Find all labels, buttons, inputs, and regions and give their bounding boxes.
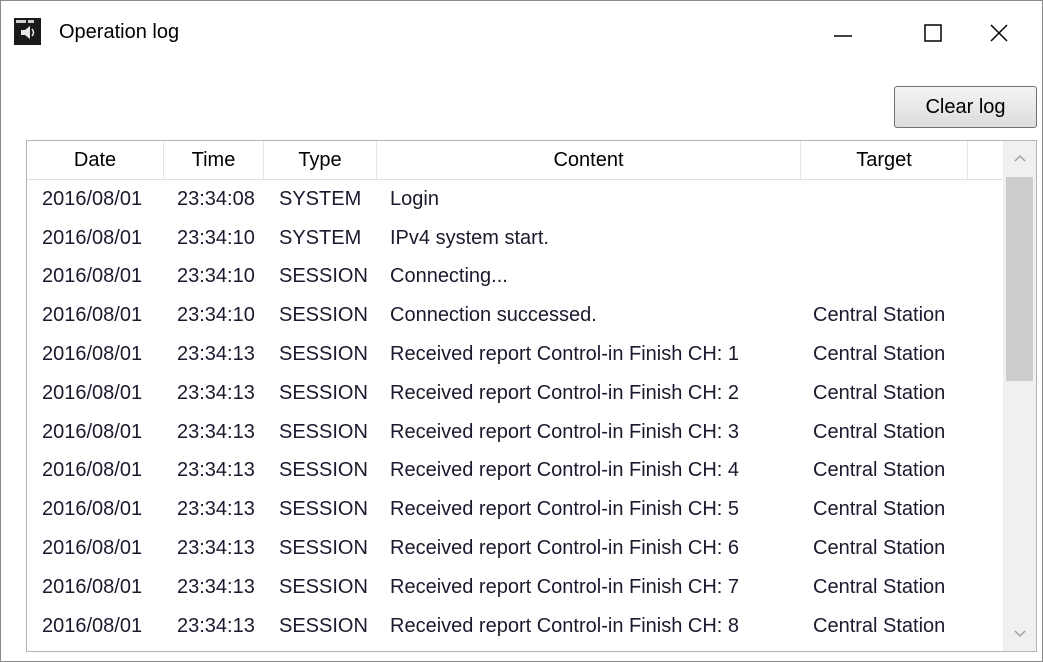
cell-date: 2016/08/01 — [42, 575, 143, 598]
window-title: Operation log — [59, 21, 180, 43]
table-row[interactable]: 2016/08/01 23:34:13 SESSION Received report… — [27, 335, 1005, 374]
column-header-filler — [968, 141, 1005, 179]
cell-time: 23:34:13 — [177, 498, 255, 521]
cell-time: 23:34:13 — [177, 575, 255, 598]
cell-content: Received report Control-in Finish CH: 1 — [390, 343, 740, 366]
cell-type: SESSION — [279, 614, 368, 637]
vertical-scrollbar[interactable] — [1003, 141, 1036, 651]
cell-time: 23:34:13 — [177, 420, 255, 443]
cell-content: Received report Control-in Finish CH: 8 — [390, 614, 740, 637]
table-row[interactable]: 2016/08/01 23:34:13 SESSION Received report… — [27, 529, 1005, 568]
cell-time: 23:34:13 — [177, 537, 255, 560]
cell-content: Received report Control-in Finish CH: 2 — [390, 381, 740, 404]
cell-date: 2016/08/01 — [42, 498, 143, 521]
table-row[interactable]: 2016/08/01 23:34:10 SYSTEM IPv4 system star… — [27, 219, 1005, 258]
cell-date: 2016/08/01 — [42, 614, 143, 637]
cell-target: Central Station — [813, 381, 946, 404]
minimize-icon — [834, 35, 852, 37]
title-bar[interactable]: Operation log — [1, 1, 1042, 65]
cell-type: SESSION — [279, 265, 368, 288]
column-header-date[interactable]: Date — [27, 141, 164, 179]
table-row[interactable]: 2016/08/01 23:34:13 SESSION Received report… — [27, 413, 1005, 452]
scroll-down-button[interactable] — [1003, 617, 1036, 651]
app-icon[interactable] — [14, 18, 41, 45]
cell-content: Login — [390, 187, 439, 210]
column-header-type[interactable]: Type — [264, 141, 377, 179]
column-header-time[interactable]: Time — [164, 141, 264, 179]
cell-content: Received report Control-in Finish CH: 7 — [390, 575, 740, 598]
cell-content: Connection successed. — [390, 304, 597, 327]
cell-time: 23:34:13 — [177, 381, 255, 404]
cell-target: Central Station — [813, 537, 946, 560]
cell-content: Received report Control-in Finish CH: 4 — [390, 459, 740, 482]
table-row[interactable]: 2016/08/01 23:34:10 SESSION Connecting... — [27, 258, 1005, 297]
minimize-button[interactable] — [798, 1, 888, 65]
close-icon — [990, 24, 1008, 42]
cell-content: Received report Control-in Finish CH: 6 — [390, 537, 740, 560]
cell-target: Central Station — [813, 343, 946, 366]
cell-time: 23:34:13 — [177, 614, 255, 637]
cell-type: SESSION — [279, 575, 368, 598]
cell-date: 2016/08/01 — [42, 187, 143, 210]
cell-target: Central Station — [813, 420, 946, 443]
chevron-down-icon — [1013, 630, 1026, 638]
scroll-up-button[interactable] — [1003, 141, 1036, 175]
cell-target: Central Station — [813, 614, 946, 637]
cell-time: 23:34:08 — [177, 187, 255, 210]
chevron-up-icon — [1013, 154, 1026, 162]
column-header-target[interactable]: Target — [801, 141, 968, 179]
cell-time: 23:34:10 — [177, 265, 255, 288]
table-header: Date Time Type Content Target — [27, 141, 1005, 180]
cell-time: 23:34:10 — [177, 226, 255, 249]
cell-target: Central Station — [813, 459, 946, 482]
cell-type: SYSTEM — [279, 187, 362, 210]
table-row[interactable]: 2016/08/01 23:34:13 SESSION Received report… — [27, 374, 1005, 413]
scroll-thumb[interactable] — [1006, 177, 1033, 381]
table-row[interactable]: 2016/08/01 23:34:13 SESSION Received report… — [27, 607, 1005, 646]
cell-content: Connecting... — [390, 265, 508, 288]
close-button[interactable] — [956, 1, 1042, 65]
cell-target: Central Station — [813, 575, 946, 598]
cell-content: IPv4 system start. — [390, 226, 549, 249]
cell-type: SESSION — [279, 537, 368, 560]
maximize-icon — [924, 24, 942, 42]
table-row[interactable]: 2016/08/01 23:34:13 SESSION Received report… — [27, 452, 1005, 491]
cell-content: Received report Control-in Finish CH: 3 — [390, 420, 740, 443]
cell-target: Central Station — [813, 304, 946, 327]
cell-date: 2016/08/01 — [42, 459, 143, 482]
table-row[interactable]: 2016/08/01 23:34:13 SESSION Received report… — [27, 490, 1005, 529]
cell-type: SESSION — [279, 381, 368, 404]
cell-type: SESSION — [279, 420, 368, 443]
cell-content: Received report Control-in Finish CH: 5 — [390, 498, 740, 521]
cell-target: Central Station — [813, 498, 946, 521]
cell-date: 2016/08/01 — [42, 420, 143, 443]
cell-date: 2016/08/01 — [42, 537, 143, 560]
cell-date: 2016/08/01 — [42, 265, 143, 288]
cell-type: SESSION — [279, 343, 368, 366]
column-header-content[interactable]: Content — [377, 141, 801, 179]
cell-date: 2016/08/01 — [42, 343, 143, 366]
table-row[interactable]: 2016/08/01 23:34:13 SESSION Received report… — [27, 568, 1005, 607]
operation-log-window: Operation log Clear log Date Time Type C… — [0, 0, 1043, 662]
table-body: 2016/08/01 23:34:08 SYSTEM Login 2016/08/01 2… — [27, 180, 1005, 646]
cell-time: 23:34:13 — [177, 343, 255, 366]
table-row[interactable]: 2016/08/01 23:34:10 SESSION Connection succ… — [27, 296, 1005, 335]
clear-log-button[interactable]: Clear log — [894, 86, 1037, 128]
cell-date: 2016/08/01 — [42, 226, 143, 249]
cell-type: SESSION — [279, 498, 368, 521]
cell-type: SESSION — [279, 459, 368, 482]
cell-type: SYSTEM — [279, 226, 362, 249]
cell-time: 23:34:13 — [177, 459, 255, 482]
cell-date: 2016/08/01 — [42, 304, 143, 327]
log-list[interactable]: Date Time Type Content Target 2016/08/01… — [26, 140, 1037, 652]
table-row[interactable]: 2016/08/01 23:34:08 SYSTEM Login — [27, 180, 1005, 219]
cell-type: SESSION — [279, 304, 368, 327]
cell-date: 2016/08/01 — [42, 381, 143, 404]
cell-time: 23:34:10 — [177, 304, 255, 327]
